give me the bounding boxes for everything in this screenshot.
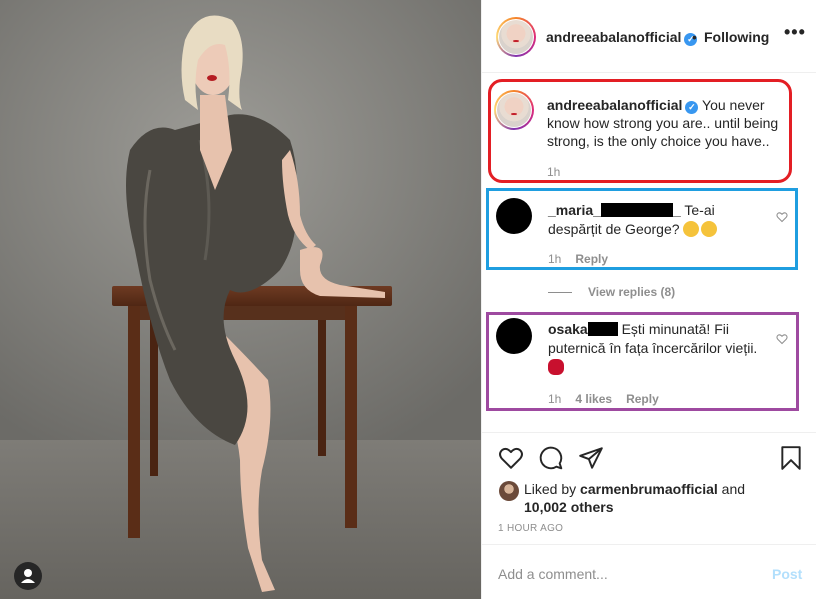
author-username[interactable]: andreeabalanofficial ✓: [546, 29, 698, 46]
comment-meta: 1h Reply: [548, 252, 622, 266]
heart-icon[interactable]: [776, 210, 788, 223]
comment-avatar[interactable]: [496, 318, 532, 354]
verified-icon: ✓: [685, 101, 699, 114]
comment-time[interactable]: 1h: [548, 392, 561, 406]
photo-illustration: [0, 0, 481, 599]
share-icon[interactable]: [578, 445, 604, 471]
comment-username[interactable]: osaka: [548, 321, 618, 337]
comment-username[interactable]: _maria_ _: [548, 202, 681, 218]
redaction-bar: [600, 203, 673, 217]
comment-time[interactable]: 1h: [548, 252, 561, 266]
caption-text: andreeabalanofficial ✓ You never know how…: [547, 96, 792, 150]
post-comment-button[interactable]: Post: [772, 566, 802, 582]
post-header: andreeabalanofficial ✓ • Following •••: [482, 0, 816, 73]
add-comment-row: Post: [482, 544, 816, 599]
comment-icon[interactable]: [538, 445, 564, 471]
lips-emoji-icon: [548, 359, 564, 375]
user-icon[interactable]: [14, 562, 42, 590]
comment-avatar[interactable]: [496, 198, 532, 234]
more-horizontal-icon[interactable]: •••: [784, 22, 806, 43]
liked-by-prefix: Liked by: [524, 481, 577, 497]
redaction-bar: [587, 322, 618, 336]
post-side-panel: andreeabalanofficial ✓ • Following ••• an…: [481, 0, 816, 599]
post-photo[interactable]: [0, 0, 481, 599]
post-actions: Liked by carmenbrumaofficial and 10,002 …: [482, 432, 816, 542]
likes-summary: Liked by carmenbrumaofficial and 10,002 …: [498, 480, 788, 516]
comment-meta: 1h 4 likes Reply: [548, 392, 673, 406]
likes-others-count[interactable]: 10,002 others: [524, 499, 614, 515]
grimace-emoji-icon: [701, 221, 718, 237]
caption-username[interactable]: andreeabalanofficial: [547, 97, 682, 113]
header-separator: •: [692, 29, 697, 45]
heart-icon[interactable]: [776, 332, 788, 345]
liked-and: and: [721, 481, 746, 497]
comment-text: osaka Ești minunată! Fii puternică în fa…: [548, 320, 768, 377]
bookmark-icon[interactable]: [778, 445, 804, 471]
caption-time[interactable]: 1h: [547, 165, 560, 179]
post-timestamp[interactable]: 1 HOUR AGO: [498, 523, 563, 534]
reply-button[interactable]: Reply: [626, 392, 659, 406]
comment-likes[interactable]: 4 likes: [575, 392, 612, 406]
caption-author-avatar[interactable]: [494, 90, 534, 130]
add-comment-input[interactable]: [498, 564, 748, 584]
following-button[interactable]: Following: [704, 29, 769, 45]
author-avatar[interactable]: [496, 17, 536, 57]
sad-emoji-icon: [683, 221, 700, 237]
heart-icon[interactable]: [498, 445, 524, 471]
reply-button[interactable]: Reply: [575, 252, 608, 266]
liker-username[interactable]: carmenbrumaofficial: [580, 481, 718, 497]
comment-text: _maria_ _ Te-ai despărțit de George?: [548, 201, 768, 239]
view-replies-button[interactable]: View replies (8): [548, 285, 675, 299]
